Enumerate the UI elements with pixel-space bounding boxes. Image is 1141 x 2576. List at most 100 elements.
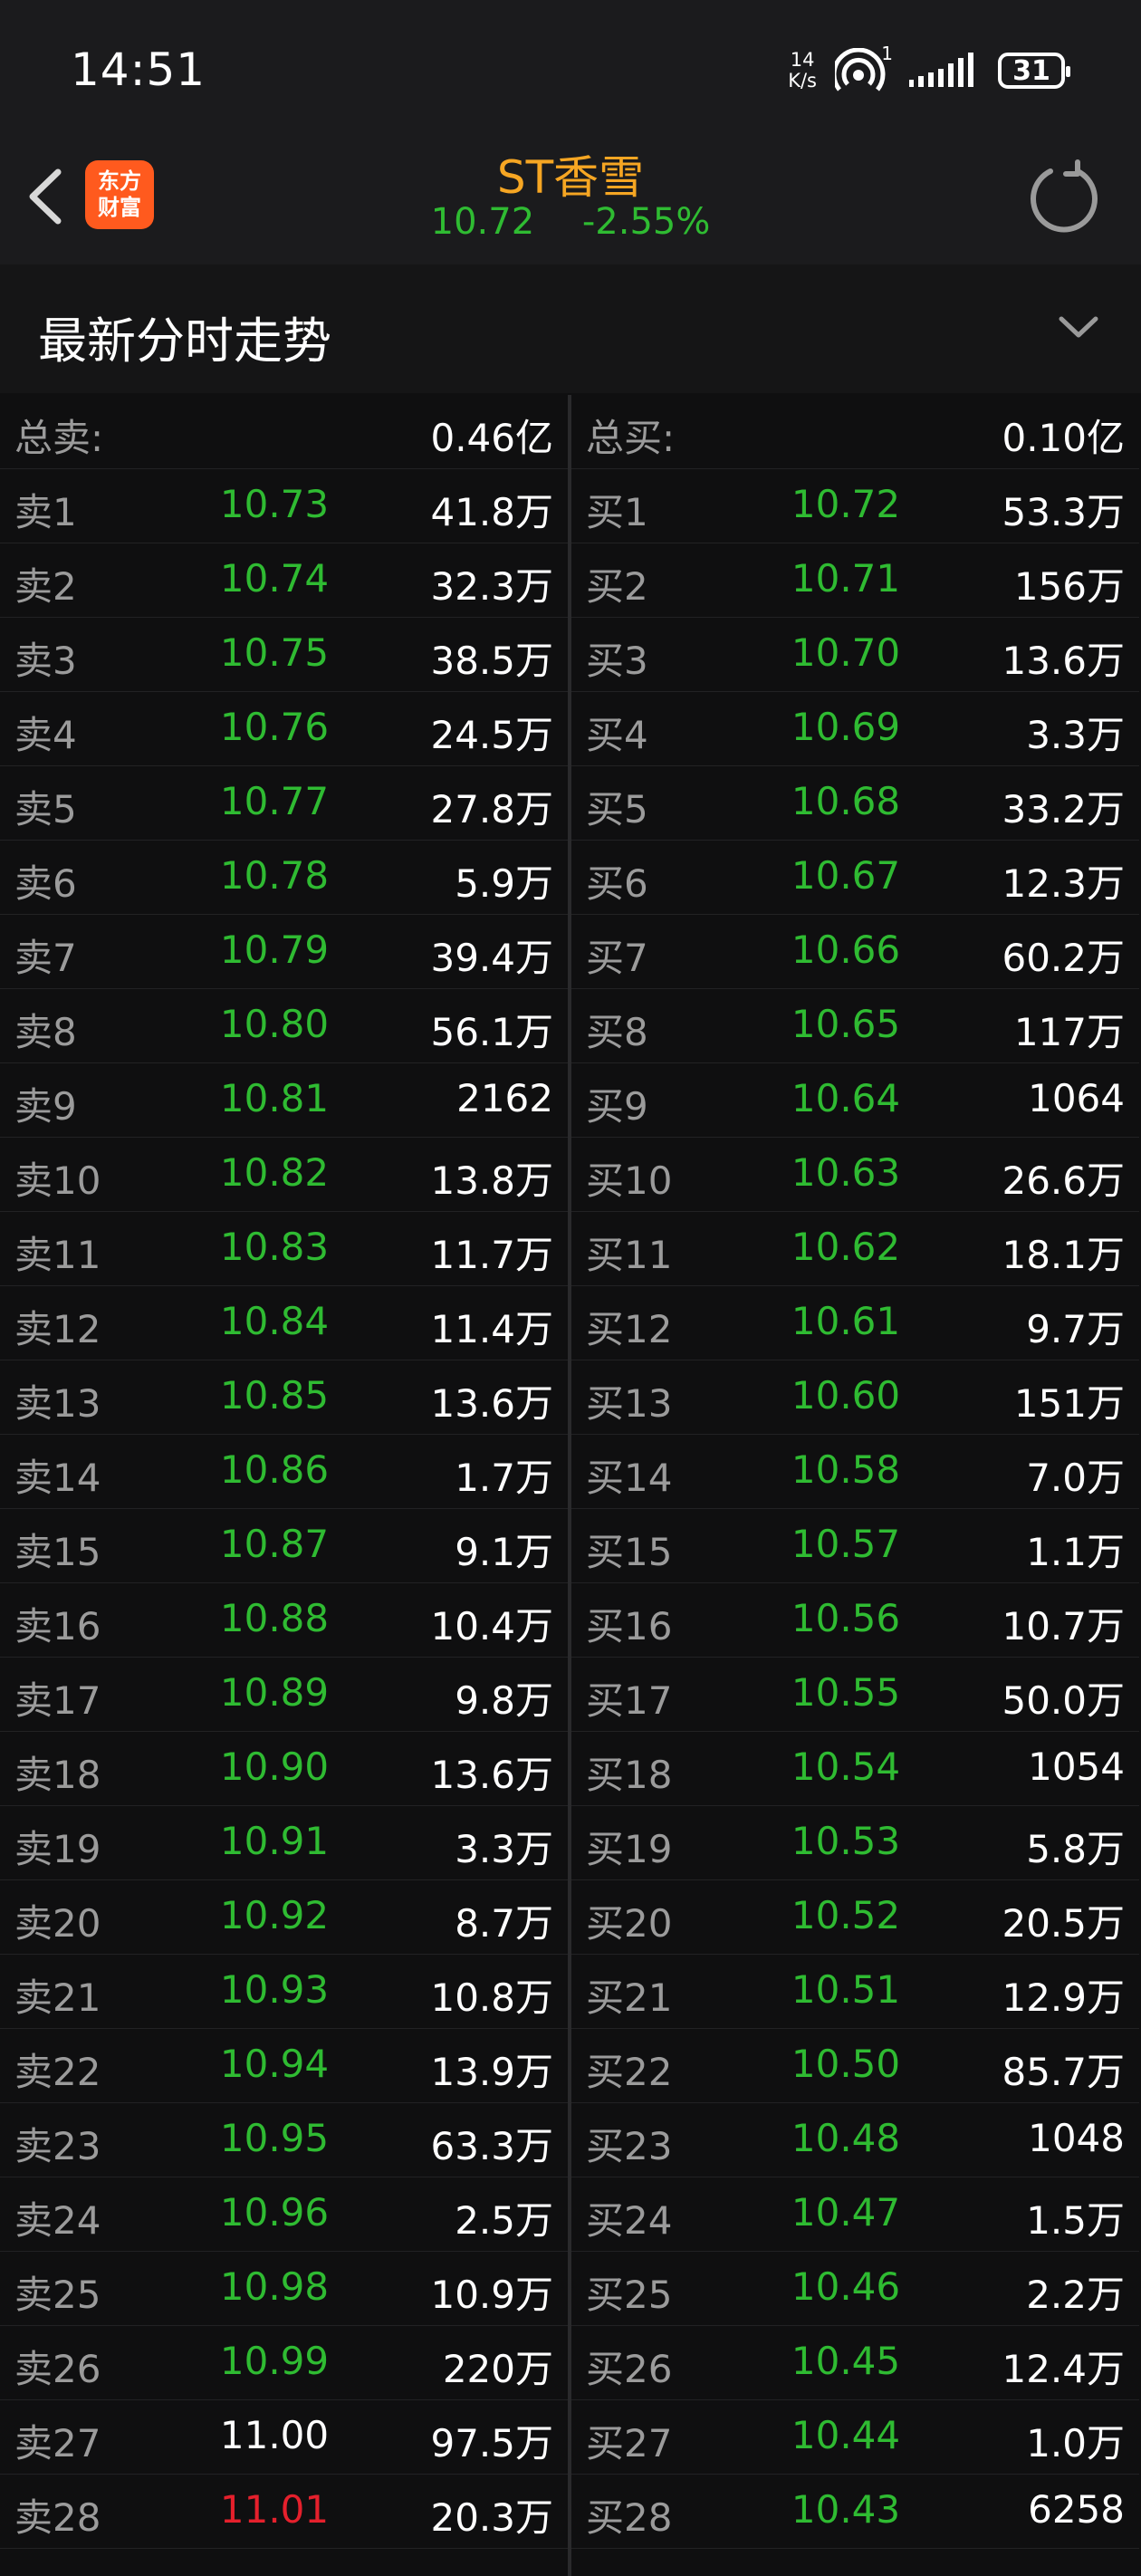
buy-level-row[interactable]: 买21 10.51 12.9万 (571, 1955, 1139, 2029)
sell-level-price: 10.95 (219, 2116, 330, 2160)
section-header-toggle[interactable]: 最新分时走势 (0, 264, 1141, 393)
sell-level-row[interactable]: 卖11 10.83 11.7万 (0, 1212, 568, 1286)
buy-level-row[interactable]: 买2 10.71 156万 (571, 543, 1139, 618)
sell-level-volume: 97.5万 (430, 2421, 553, 2465)
buy-level-row[interactable]: 买25 10.46 2.2万 (571, 2252, 1139, 2326)
buy-level-row[interactable]: 买17 10.55 50.0万 (571, 1658, 1139, 1732)
buy-level-row[interactable]: 买13 10.60 151万 (571, 1360, 1139, 1435)
sell-level-price: 10.98 (219, 2264, 330, 2309)
buy-level-row[interactable]: 买15 10.57 1.1万 (571, 1509, 1139, 1583)
buy-level-price: 10.52 (791, 1893, 901, 1937)
sell-level-price: 10.94 (219, 2042, 330, 2086)
buy-level-label: 买15 (586, 1530, 673, 1574)
sell-level-price: 10.83 (219, 1225, 330, 1269)
sell-level-row[interactable]: 卖1 10.73 41.8万 (0, 469, 568, 543)
buy-level-row[interactable]: 买18 10.54 1054 (571, 1732, 1139, 1806)
sell-level-row[interactable]: 卖27 11.00 97.5万 (0, 2400, 568, 2475)
buy-level-row[interactable]: 买8 10.65 117万 (571, 989, 1139, 1063)
buy-level-volume: 53.3万 (1002, 490, 1125, 534)
buy-level-row[interactable]: 买9 10.64 1064 (571, 1063, 1139, 1138)
sell-level-row[interactable]: 卖5 10.77 27.8万 (0, 766, 568, 841)
network-speed-value: 14 (790, 49, 815, 71)
sell-level-row[interactable]: 卖12 10.84 11.4万 (0, 1286, 568, 1360)
buy-level-row[interactable]: 买20 10.52 20.5万 (571, 1880, 1139, 1955)
sell-level-label: 卖4 (14, 713, 77, 757)
sell-level-price: 10.78 (219, 853, 330, 898)
buy-level-row[interactable]: 买24 10.47 1.5万 (571, 2177, 1139, 2252)
refresh-button[interactable] (1025, 159, 1103, 237)
sell-level-row[interactable]: 卖23 10.95 63.3万 (0, 2103, 568, 2177)
buy-level-label: 买26 (586, 2347, 673, 2391)
buy-level-volume: 1.5万 (1026, 2198, 1125, 2243)
chevron-down-icon[interactable] (1056, 312, 1101, 342)
sell-level-volume: 13.8万 (430, 1158, 553, 1203)
buy-level-row[interactable]: 买12 10.61 9.7万 (571, 1286, 1139, 1360)
buy-level-row[interactable]: 买6 10.67 12.3万 (571, 841, 1139, 915)
buy-level-row[interactable]: 买19 10.53 5.8万 (571, 1806, 1139, 1880)
sell-level-row[interactable]: 卖6 10.78 5.9万 (0, 841, 568, 915)
sell-level-row[interactable]: 卖22 10.94 13.9万 (0, 2029, 568, 2103)
sell-level-row[interactable]: 卖16 10.88 10.4万 (0, 1583, 568, 1658)
sell-level-row[interactable]: 卖20 10.92 8.7万 (0, 1880, 568, 1955)
sell-level-row[interactable]: 卖8 10.80 56.1万 (0, 989, 568, 1063)
hotspot-badge: 1 (881, 43, 893, 64)
buy-level-price: 10.71 (791, 556, 901, 601)
buy-total-label: 总买: (586, 416, 676, 460)
buy-level-row[interactable]: 买7 10.66 60.2万 (571, 915, 1139, 989)
sell-level-label: 卖3 (14, 639, 77, 683)
sell-level-row[interactable]: 卖10 10.82 13.8万 (0, 1138, 568, 1212)
buy-level-row[interactable]: 买22 10.50 85.7万 (571, 2029, 1139, 2103)
buy-level-label: 买2 (586, 564, 648, 609)
order-book: 总卖: 0.46亿 卖1 10.73 41.8万 卖2 10.74 32.3万 卖3 10.7… (0, 395, 1141, 2576)
buy-level-volume: 1054 (1028, 1745, 1125, 1789)
buy-level-label: 买20 (586, 1901, 673, 1946)
buy-level-volume: 12.9万 (1002, 1975, 1125, 2020)
buy-level-row[interactable]: 买27 10.44 1.0万 (571, 2400, 1139, 2475)
buy-level-row[interactable]: 买1 10.72 53.3万 (571, 469, 1139, 543)
sell-level-row[interactable]: 卖24 10.96 2.5万 (0, 2177, 568, 2252)
sell-level-label: 卖15 (14, 1530, 101, 1574)
refresh-icon (1031, 159, 1098, 233)
sell-level-label: 卖1 (14, 490, 77, 534)
sell-level-row[interactable]: 卖14 10.86 1.7万 (0, 1435, 568, 1509)
sell-total-row: 总卖: 0.46亿 (0, 395, 568, 469)
sell-level-row[interactable]: 卖2 10.74 32.3万 (0, 543, 568, 618)
buy-level-volume: 1048 (1028, 2116, 1125, 2160)
buy-level-row[interactable]: 买4 10.69 3.3万 (571, 692, 1139, 766)
buy-level-row[interactable]: 买10 10.63 26.6万 (571, 1138, 1139, 1212)
buy-level-row[interactable]: 买23 10.48 1048 (571, 2103, 1139, 2177)
buy-level-row[interactable]: 买28 10.43 6258 (571, 2475, 1139, 2549)
buy-level-label: 买16 (586, 1604, 673, 1648)
sell-level-row[interactable]: 卖18 10.90 13.6万 (0, 1732, 568, 1806)
sell-level-row[interactable]: 卖26 10.99 220万 (0, 2326, 568, 2400)
buy-level-label: 买10 (586, 1158, 673, 1203)
sell-level-row[interactable]: 卖15 10.87 9.1万 (0, 1509, 568, 1583)
buy-level-row[interactable]: 买14 10.58 7.0万 (571, 1435, 1139, 1509)
sell-level-row[interactable]: 卖3 10.75 38.5万 (0, 618, 568, 692)
sell-level-price: 10.92 (219, 1893, 330, 1937)
sell-level-row[interactable]: 卖9 10.81 2162 (0, 1063, 568, 1138)
buy-level-label: 买1 (586, 490, 648, 534)
sell-level-label: 卖23 (14, 2124, 101, 2168)
buy-level-row[interactable]: 买11 10.62 18.1万 (571, 1212, 1139, 1286)
sell-level-row[interactable]: 卖17 10.89 9.8万 (0, 1658, 568, 1732)
buy-level-volume: 85.7万 (1002, 2050, 1125, 2094)
sell-level-price: 10.81 (219, 1076, 330, 1120)
buy-level-label: 买9 (586, 1084, 648, 1129)
sell-level-row[interactable]: 卖7 10.79 39.4万 (0, 915, 568, 989)
buy-level-volume: 156万 (1013, 564, 1125, 609)
buy-level-row[interactable]: 买26 10.45 12.4万 (571, 2326, 1139, 2400)
sell-level-row[interactable]: 卖25 10.98 10.9万 (0, 2252, 568, 2326)
buy-level-row[interactable]: 买3 10.70 13.6万 (571, 618, 1139, 692)
buy-level-row[interactable]: 买5 10.68 33.2万 (571, 766, 1139, 841)
sell-level-row[interactable]: 卖21 10.93 10.8万 (0, 1955, 568, 2029)
sell-level-row[interactable]: 卖19 10.91 3.3万 (0, 1806, 568, 1880)
sell-level-row[interactable]: 卖13 10.85 13.6万 (0, 1360, 568, 1435)
buy-level-row[interactable]: 买16 10.56 10.7万 (571, 1583, 1139, 1658)
sell-level-row[interactable]: 卖4 10.76 24.5万 (0, 692, 568, 766)
buy-level-price: 10.69 (791, 705, 901, 749)
sell-level-row[interactable]: 卖28 11.01 20.3万 (0, 2475, 568, 2549)
sell-level-label: 卖10 (14, 1158, 101, 1203)
buy-level-label: 买27 (586, 2421, 673, 2465)
sell-total-label: 总卖: (14, 416, 104, 460)
